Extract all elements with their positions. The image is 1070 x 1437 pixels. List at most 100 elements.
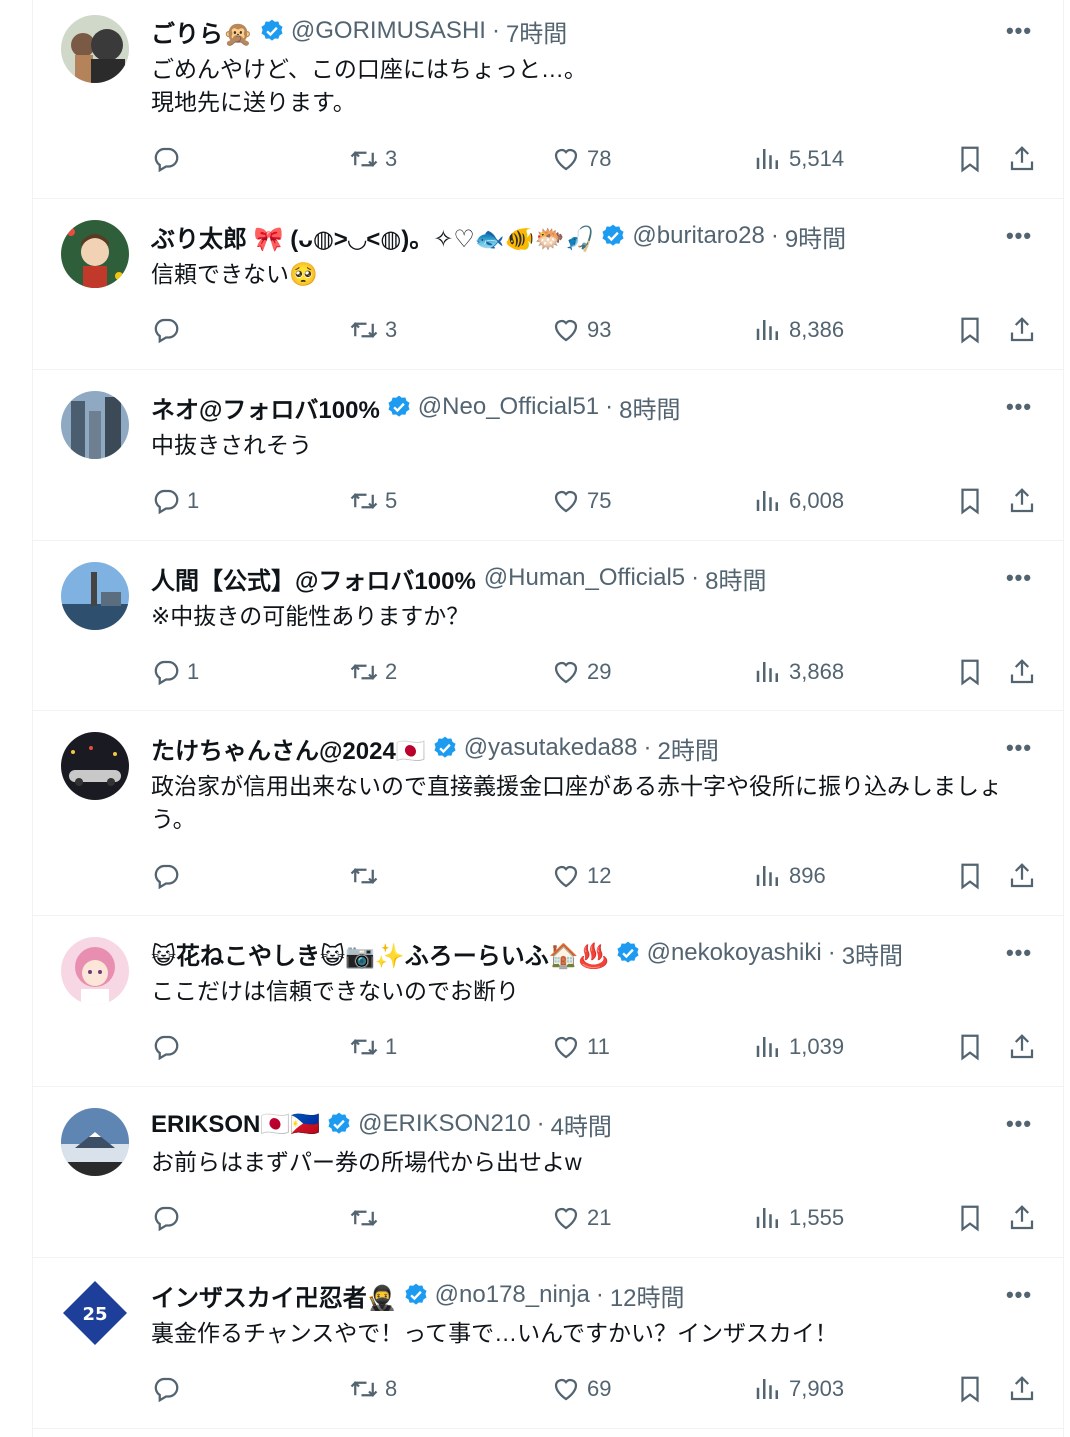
share-button[interactable] bbox=[1007, 483, 1037, 519]
avatar[interactable] bbox=[61, 562, 129, 630]
bookmark-button[interactable] bbox=[955, 1200, 985, 1236]
reply-button[interactable]: 1 bbox=[151, 654, 199, 690]
retweet-button[interactable]: 2 bbox=[349, 654, 397, 690]
display-name[interactable]: たけちゃんさん@2024🇯🇵 bbox=[151, 731, 426, 765]
share-button[interactable] bbox=[1007, 312, 1037, 348]
bookmark-button[interactable] bbox=[955, 1029, 985, 1065]
like-button[interactable]: 11 bbox=[551, 1029, 610, 1065]
reply-button[interactable]: 1 bbox=[151, 483, 199, 519]
handle[interactable]: @nekokoyashiki bbox=[647, 939, 822, 967]
display-name[interactable]: ぶり太郎 🎀 (ᴗ◍>◡<◍)。✧♡🐟🐠🐡🎣 bbox=[151, 219, 594, 253]
bookmark-button[interactable] bbox=[955, 312, 985, 348]
handle[interactable]: @Human_Official5 bbox=[484, 564, 685, 592]
views-button[interactable]: 3,868 bbox=[753, 654, 844, 690]
view-count: 7,903 bbox=[789, 1376, 845, 1401]
more-icon[interactable]: ••• bbox=[1004, 563, 1034, 593]
tweet[interactable]: 😺花ねこやしき😺📷✨ふろーらいふ🏠♨️ @nekokoyashiki · 3時間… bbox=[33, 916, 1064, 1087]
like-button[interactable]: 93 bbox=[551, 312, 611, 348]
share-button[interactable] bbox=[1007, 1371, 1037, 1407]
timestamp[interactable]: 2時間 bbox=[658, 731, 719, 765]
retweet-button[interactable] bbox=[349, 858, 385, 894]
display-name[interactable]: ネオ@フォロバ100% bbox=[151, 390, 380, 424]
retweet-button[interactable] bbox=[349, 1200, 385, 1236]
avatar[interactable] bbox=[61, 1108, 129, 1176]
timestamp[interactable]: 9時間 bbox=[785, 219, 846, 253]
more-icon[interactable]: ••• bbox=[1004, 16, 1034, 46]
tweet[interactable]: 25 インザスカイ卍忍者🥷 @no178_ninja · 12時間 ••• 裏金… bbox=[33, 1258, 1064, 1429]
share-button[interactable] bbox=[1007, 1029, 1037, 1065]
display-name[interactable]: 😺花ねこやしき😺📷✨ふろーらいふ🏠♨️ bbox=[151, 936, 609, 970]
bookmark-button[interactable] bbox=[955, 1371, 985, 1407]
timestamp[interactable]: 3時間 bbox=[842, 936, 903, 970]
tweet[interactable]: ぶり太郎 🎀 (ᴗ◍>◡<◍)。✧♡🐟🐠🐡🎣 @buritaro28 · 9時間… bbox=[33, 199, 1064, 370]
views-button[interactable]: 8,386 bbox=[753, 312, 844, 348]
retweet-icon bbox=[350, 868, 378, 884]
share-button[interactable] bbox=[1007, 1200, 1037, 1236]
like-button[interactable]: 78 bbox=[551, 141, 611, 177]
tweet[interactable]: たけちゃんさん@2024🇯🇵 @yasutakeda88 · 2時間 ••• 政… bbox=[33, 711, 1064, 916]
handle[interactable]: @yasutakeda88 bbox=[464, 734, 638, 762]
tweet[interactable]: 人間【公式】@フォロバ100% @Human_Official5 · 8時間 •… bbox=[33, 541, 1064, 711]
more-icon[interactable]: ••• bbox=[1004, 733, 1034, 763]
timestamp[interactable]: 8時間 bbox=[619, 390, 680, 424]
display-name[interactable]: 人間【公式】@フォロバ100% bbox=[151, 561, 476, 595]
handle[interactable]: @GORIMUSASHI bbox=[291, 17, 486, 45]
share-button[interactable] bbox=[1007, 858, 1037, 894]
views-button[interactable]: 6,008 bbox=[753, 483, 844, 519]
tweet[interactable]: ごりら🙊 @GORIMUSASHI · 7時間 ••• ごめんやけど、この口座に… bbox=[33, 0, 1064, 199]
handle[interactable]: @ERIKSON210 bbox=[358, 1110, 530, 1138]
share-button[interactable] bbox=[1007, 141, 1037, 177]
views-button[interactable]: 5,514 bbox=[753, 141, 844, 177]
like-button[interactable]: 21 bbox=[551, 1200, 611, 1236]
handle[interactable]: @no178_ninja bbox=[435, 1281, 590, 1309]
retweet-button[interactable]: 3 bbox=[349, 312, 397, 348]
views-button[interactable]: 7,903 bbox=[753, 1371, 844, 1407]
tweet[interactable]: ネオ@フォロバ100% @Neo_Official51 · 8時間 ••• 中抜… bbox=[33, 370, 1064, 541]
handle[interactable]: @Neo_Official51 bbox=[418, 393, 599, 421]
avatar[interactable] bbox=[61, 732, 129, 800]
like-button[interactable]: 29 bbox=[551, 654, 611, 690]
handle[interactable]: @buritaro28 bbox=[632, 222, 764, 250]
retweet-button[interactable]: 1 bbox=[349, 1029, 397, 1065]
timestamp[interactable]: 8時間 bbox=[705, 561, 766, 595]
retweet-button[interactable]: 3 bbox=[349, 141, 397, 177]
like-button[interactable]: 12 bbox=[551, 858, 611, 894]
retweet-button[interactable]: 5 bbox=[349, 483, 397, 519]
timestamp[interactable]: 12時間 bbox=[610, 1278, 685, 1312]
bookmark-icon bbox=[961, 659, 979, 686]
like-button[interactable]: 75 bbox=[551, 483, 611, 519]
display-name[interactable]: ERIKSON🇯🇵🇵🇭 bbox=[151, 1110, 320, 1139]
more-icon[interactable]: ••• bbox=[1004, 221, 1034, 251]
like-button[interactable]: 69 bbox=[551, 1371, 611, 1407]
bookmark-button[interactable] bbox=[955, 858, 985, 894]
timestamp[interactable]: 4時間 bbox=[551, 1107, 612, 1141]
display-name[interactable]: ごりら🙊 bbox=[151, 14, 253, 48]
share-button[interactable] bbox=[1007, 654, 1037, 690]
avatar[interactable] bbox=[61, 937, 129, 1005]
more-icon[interactable]: ••• bbox=[1004, 1280, 1034, 1310]
more-icon[interactable]: ••• bbox=[1004, 1109, 1034, 1139]
more-icon[interactable]: ••• bbox=[1004, 392, 1034, 422]
avatar[interactable] bbox=[61, 220, 129, 288]
reply-button[interactable] bbox=[151, 141, 187, 177]
timestamp[interactable]: 7時間 bbox=[506, 14, 567, 48]
avatar[interactable]: 25 bbox=[61, 1279, 129, 1347]
bookmark-button[interactable] bbox=[955, 483, 985, 519]
tweet[interactable]: ERIKSON🇯🇵🇵🇭 @ERIKSON210 · 4時間 ••• お前らはまず… bbox=[33, 1087, 1064, 1258]
retweet-icon bbox=[350, 151, 378, 167]
avatar[interactable] bbox=[61, 391, 129, 459]
views-button[interactable]: 896 bbox=[753, 858, 826, 894]
avatar[interactable] bbox=[61, 15, 129, 83]
display-name[interactable]: インザスカイ卍忍者🥷 bbox=[151, 1278, 397, 1312]
views-button[interactable]: 1,555 bbox=[753, 1200, 844, 1236]
reply-button[interactable] bbox=[151, 1029, 187, 1065]
reply-button[interactable] bbox=[151, 858, 187, 894]
reply-button[interactable] bbox=[151, 312, 187, 348]
bookmark-button[interactable] bbox=[955, 141, 985, 177]
bookmark-button[interactable] bbox=[955, 654, 985, 690]
retweet-button[interactable]: 8 bbox=[349, 1371, 397, 1407]
reply-button[interactable] bbox=[151, 1371, 187, 1407]
more-icon[interactable]: ••• bbox=[1004, 938, 1034, 968]
views-button[interactable]: 1,039 bbox=[753, 1029, 844, 1065]
reply-button[interactable] bbox=[151, 1200, 187, 1236]
